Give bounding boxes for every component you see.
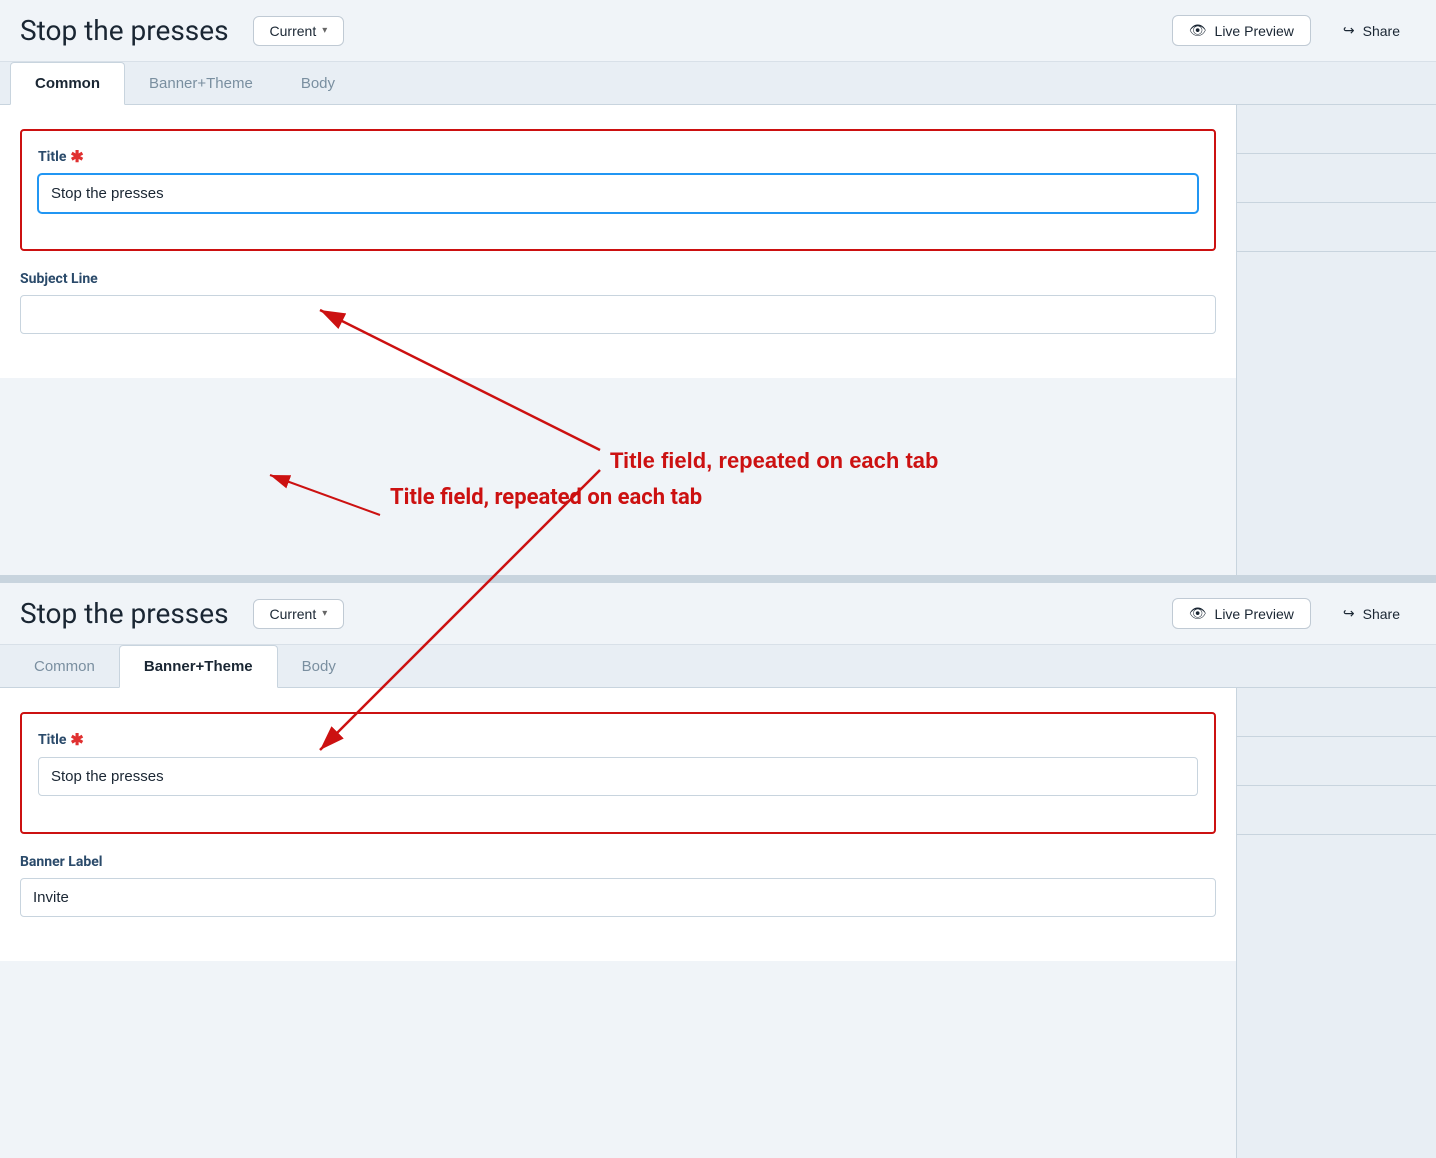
right-panel-line-1 — [1237, 153, 1436, 154]
bottom-content-layout: Title ✱ Banner Label — [0, 688, 1436, 1158]
title-input-bottom[interactable] — [38, 757, 1198, 796]
bottom-share-label: Share — [1363, 606, 1400, 622]
share-button[interactable]: ↪ Share — [1327, 16, 1416, 45]
banner-label-label: Banner Label — [20, 854, 1216, 870]
version-dropdown[interactable]: Current ▾ — [253, 16, 345, 46]
bottom-panel: Stop the presses Current ▾ 👁 Live Previe… — [0, 583, 1436, 1158]
title-field-group-bottom: Title ✱ — [38, 730, 1198, 796]
bottom-eye-icon: 👁 — [1189, 605, 1207, 622]
share-label: Share — [1363, 23, 1400, 39]
bottom-right-panel-line-1 — [1237, 736, 1436, 737]
bottom-tabs-bar: Common Banner+Theme Body — [0, 645, 1436, 688]
bottom-live-preview-button[interactable]: 👁 Live Preview — [1172, 598, 1311, 629]
title-input-top[interactable] — [38, 174, 1198, 213]
bottom-panel-content: Title ✱ Banner Label — [0, 688, 1236, 961]
eye-icon: 👁 — [1189, 22, 1207, 39]
subject-line-input[interactable] — [20, 295, 1216, 334]
tab-body-top[interactable]: Body — [277, 62, 359, 104]
chevron-down-icon: ▾ — [322, 25, 327, 36]
top-content-layout: Title ✱ Subject Line — [0, 105, 1436, 575]
right-panel-line-3 — [1237, 251, 1436, 252]
tab-body-bottom[interactable]: Body — [278, 645, 360, 687]
bottom-header: Stop the presses Current ▾ 👁 Live Previe… — [0, 583, 1436, 645]
top-panel: Stop the presses Current ▾ 👁 Live Previe… — [0, 0, 1436, 575]
bottom-right-panel — [1236, 688, 1436, 1158]
bottom-main-left: Title ✱ Banner Label — [0, 688, 1236, 1158]
title-field-group-top: Title ✱ — [38, 147, 1198, 213]
tab-banner-theme-bottom[interactable]: Banner+Theme — [119, 645, 278, 688]
page-title: Stop the presses — [20, 14, 229, 47]
top-tabs-bar: Common Banner+Theme Body — [0, 62, 1436, 105]
title-required-top: ✱ — [70, 147, 83, 166]
tab-common-bottom[interactable]: Common — [10, 645, 119, 687]
bottom-live-preview-label: Live Preview — [1215, 606, 1294, 622]
title-label-top: Title ✱ — [38, 147, 1198, 166]
title-label-bottom: Title ✱ — [38, 730, 1198, 749]
top-header: Stop the presses Current ▾ 👁 Live Previe… — [0, 0, 1436, 62]
bottom-right-panel-line-2 — [1237, 785, 1436, 786]
bottom-page-title: Stop the presses — [20, 597, 229, 630]
banner-label-field-group: Banner Label — [20, 854, 1216, 917]
subject-line-field-group: Subject Line — [20, 271, 1216, 334]
tab-common-top[interactable]: Common — [10, 62, 125, 105]
version-label: Current — [270, 23, 317, 39]
live-preview-label: Live Preview — [1215, 23, 1294, 39]
bottom-chevron-down-icon: ▾ — [322, 608, 327, 619]
top-panel-content: Title ✱ Subject Line — [0, 105, 1236, 378]
title-annotation-box: Title ✱ — [20, 129, 1216, 251]
right-panel-line-2 — [1237, 202, 1436, 203]
bottom-version-dropdown[interactable]: Current ▾ — [253, 599, 345, 629]
bottom-right-panel-line-3 — [1237, 834, 1436, 835]
subject-line-label: Subject Line — [20, 271, 1216, 287]
bottom-share-button[interactable]: ↪ Share — [1327, 599, 1416, 628]
live-preview-button[interactable]: 👁 Live Preview — [1172, 15, 1311, 46]
bottom-version-label: Current — [270, 606, 317, 622]
title-required-bottom: ✱ — [70, 730, 83, 749]
banner-label-input[interactable] — [20, 878, 1216, 917]
top-right-panel — [1236, 105, 1436, 575]
tab-banner-theme-top[interactable]: Banner+Theme — [125, 62, 277, 104]
title-annotation-box-bottom: Title ✱ — [20, 712, 1216, 834]
bottom-share-icon: ↪ — [1343, 605, 1355, 622]
top-main-left: Title ✱ Subject Line — [0, 105, 1236, 575]
panel-divider — [0, 575, 1436, 583]
share-icon: ↪ — [1343, 22, 1355, 39]
